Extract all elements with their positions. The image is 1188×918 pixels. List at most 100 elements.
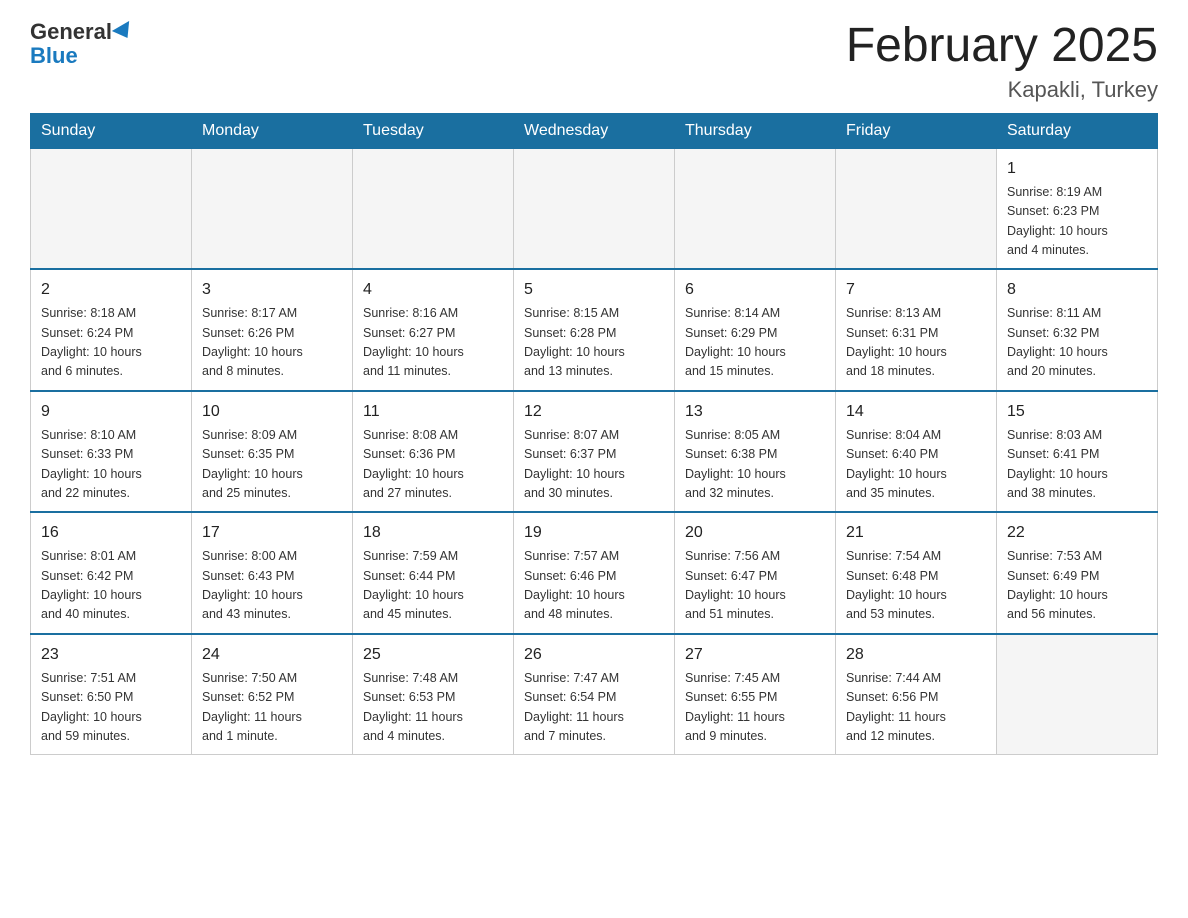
day-info: Sunrise: 8:07 AM Sunset: 6:37 PM Dayligh… (524, 426, 664, 504)
day-number: 4 (363, 278, 503, 302)
logo-arrow-icon (112, 21, 136, 43)
day-info: Sunrise: 8:00 AM Sunset: 6:43 PM Dayligh… (202, 547, 342, 625)
calendar-day-cell: 24Sunrise: 7:50 AM Sunset: 6:52 PM Dayli… (192, 634, 353, 755)
calendar-day-cell (675, 148, 836, 269)
day-number: 6 (685, 278, 825, 302)
day-info: Sunrise: 7:50 AM Sunset: 6:52 PM Dayligh… (202, 669, 342, 747)
calendar-day-cell: 27Sunrise: 7:45 AM Sunset: 6:55 PM Dayli… (675, 634, 836, 755)
day-info: Sunrise: 8:18 AM Sunset: 6:24 PM Dayligh… (41, 304, 181, 382)
day-number: 18 (363, 521, 503, 545)
calendar-week-row: 23Sunrise: 7:51 AM Sunset: 6:50 PM Dayli… (31, 634, 1158, 755)
calendar-day-cell: 11Sunrise: 8:08 AM Sunset: 6:36 PM Dayli… (353, 391, 514, 513)
day-number: 10 (202, 400, 342, 424)
day-number: 12 (524, 400, 664, 424)
logo-blue-text: Blue (30, 44, 78, 68)
calendar-day-cell: 6Sunrise: 8:14 AM Sunset: 6:29 PM Daylig… (675, 269, 836, 391)
calendar-day-cell: 3Sunrise: 8:17 AM Sunset: 6:26 PM Daylig… (192, 269, 353, 391)
day-number: 16 (41, 521, 181, 545)
day-info: Sunrise: 7:51 AM Sunset: 6:50 PM Dayligh… (41, 669, 181, 747)
calendar-week-row: 1Sunrise: 8:19 AM Sunset: 6:23 PM Daylig… (31, 148, 1158, 269)
calendar-day-cell: 8Sunrise: 8:11 AM Sunset: 6:32 PM Daylig… (997, 269, 1158, 391)
day-info: Sunrise: 8:01 AM Sunset: 6:42 PM Dayligh… (41, 547, 181, 625)
weekday-header-tuesday: Tuesday (353, 113, 514, 148)
calendar-day-cell (353, 148, 514, 269)
page-header: General Blue February 2025 Kapakli, Turk… (30, 20, 1158, 103)
calendar-day-cell: 26Sunrise: 7:47 AM Sunset: 6:54 PM Dayli… (514, 634, 675, 755)
calendar-week-row: 9Sunrise: 8:10 AM Sunset: 6:33 PM Daylig… (31, 391, 1158, 513)
weekday-header-row: SundayMondayTuesdayWednesdayThursdayFrid… (31, 113, 1158, 148)
calendar-day-cell: 23Sunrise: 7:51 AM Sunset: 6:50 PM Dayli… (31, 634, 192, 755)
day-number: 24 (202, 643, 342, 667)
day-number: 23 (41, 643, 181, 667)
day-number: 28 (846, 643, 986, 667)
day-number: 21 (846, 521, 986, 545)
calendar-day-cell: 4Sunrise: 8:16 AM Sunset: 6:27 PM Daylig… (353, 269, 514, 391)
logo: General Blue (30, 20, 134, 68)
day-number: 3 (202, 278, 342, 302)
day-number: 14 (846, 400, 986, 424)
weekday-header-monday: Monday (192, 113, 353, 148)
day-info: Sunrise: 7:59 AM Sunset: 6:44 PM Dayligh… (363, 547, 503, 625)
calendar-day-cell: 9Sunrise: 8:10 AM Sunset: 6:33 PM Daylig… (31, 391, 192, 513)
calendar-day-cell: 16Sunrise: 8:01 AM Sunset: 6:42 PM Dayli… (31, 512, 192, 634)
day-number: 8 (1007, 278, 1147, 302)
day-number: 17 (202, 521, 342, 545)
calendar-day-cell: 13Sunrise: 8:05 AM Sunset: 6:38 PM Dayli… (675, 391, 836, 513)
day-info: Sunrise: 7:56 AM Sunset: 6:47 PM Dayligh… (685, 547, 825, 625)
day-number: 2 (41, 278, 181, 302)
day-info: Sunrise: 7:44 AM Sunset: 6:56 PM Dayligh… (846, 669, 986, 747)
day-info: Sunrise: 7:57 AM Sunset: 6:46 PM Dayligh… (524, 547, 664, 625)
day-info: Sunrise: 7:53 AM Sunset: 6:49 PM Dayligh… (1007, 547, 1147, 625)
calendar-day-cell: 7Sunrise: 8:13 AM Sunset: 6:31 PM Daylig… (836, 269, 997, 391)
weekday-header-friday: Friday (836, 113, 997, 148)
calendar-day-cell: 19Sunrise: 7:57 AM Sunset: 6:46 PM Dayli… (514, 512, 675, 634)
day-info: Sunrise: 8:14 AM Sunset: 6:29 PM Dayligh… (685, 304, 825, 382)
calendar-day-cell (31, 148, 192, 269)
day-number: 20 (685, 521, 825, 545)
day-info: Sunrise: 8:05 AM Sunset: 6:38 PM Dayligh… (685, 426, 825, 504)
day-number: 9 (41, 400, 181, 424)
day-number: 7 (846, 278, 986, 302)
day-info: Sunrise: 8:04 AM Sunset: 6:40 PM Dayligh… (846, 426, 986, 504)
day-number: 26 (524, 643, 664, 667)
calendar-day-cell: 2Sunrise: 8:18 AM Sunset: 6:24 PM Daylig… (31, 269, 192, 391)
calendar-body: 1Sunrise: 8:19 AM Sunset: 6:23 PM Daylig… (31, 148, 1158, 755)
weekday-header-sunday: Sunday (31, 113, 192, 148)
day-info: Sunrise: 8:16 AM Sunset: 6:27 PM Dayligh… (363, 304, 503, 382)
calendar-day-cell: 14Sunrise: 8:04 AM Sunset: 6:40 PM Dayli… (836, 391, 997, 513)
calendar-day-cell: 17Sunrise: 8:00 AM Sunset: 6:43 PM Dayli… (192, 512, 353, 634)
day-number: 25 (363, 643, 503, 667)
calendar-week-row: 16Sunrise: 8:01 AM Sunset: 6:42 PM Dayli… (31, 512, 1158, 634)
calendar-header: SundayMondayTuesdayWednesdayThursdayFrid… (31, 113, 1158, 148)
day-number: 1 (1007, 157, 1147, 181)
month-title: February 2025 (846, 20, 1158, 73)
day-number: 15 (1007, 400, 1147, 424)
day-number: 22 (1007, 521, 1147, 545)
calendar-day-cell: 5Sunrise: 8:15 AM Sunset: 6:28 PM Daylig… (514, 269, 675, 391)
day-number: 11 (363, 400, 503, 424)
day-number: 27 (685, 643, 825, 667)
calendar-day-cell (514, 148, 675, 269)
weekday-header-wednesday: Wednesday (514, 113, 675, 148)
calendar-day-cell: 28Sunrise: 7:44 AM Sunset: 6:56 PM Dayli… (836, 634, 997, 755)
calendar-day-cell: 10Sunrise: 8:09 AM Sunset: 6:35 PM Dayli… (192, 391, 353, 513)
calendar-day-cell: 21Sunrise: 7:54 AM Sunset: 6:48 PM Dayli… (836, 512, 997, 634)
calendar-day-cell (997, 634, 1158, 755)
day-info: Sunrise: 7:54 AM Sunset: 6:48 PM Dayligh… (846, 547, 986, 625)
day-info: Sunrise: 8:08 AM Sunset: 6:36 PM Dayligh… (363, 426, 503, 504)
day-info: Sunrise: 8:10 AM Sunset: 6:33 PM Dayligh… (41, 426, 181, 504)
day-info: Sunrise: 8:11 AM Sunset: 6:32 PM Dayligh… (1007, 304, 1147, 382)
calendar-day-cell: 15Sunrise: 8:03 AM Sunset: 6:41 PM Dayli… (997, 391, 1158, 513)
day-info: Sunrise: 8:03 AM Sunset: 6:41 PM Dayligh… (1007, 426, 1147, 504)
logo-general-text: General (30, 20, 112, 44)
location-title: Kapakli, Turkey (846, 77, 1158, 103)
calendar-day-cell: 22Sunrise: 7:53 AM Sunset: 6:49 PM Dayli… (997, 512, 1158, 634)
day-number: 19 (524, 521, 664, 545)
calendar-day-cell: 18Sunrise: 7:59 AM Sunset: 6:44 PM Dayli… (353, 512, 514, 634)
calendar-table: SundayMondayTuesdayWednesdayThursdayFrid… (30, 113, 1158, 756)
title-block: February 2025 Kapakli, Turkey (846, 20, 1158, 103)
day-info: Sunrise: 8:15 AM Sunset: 6:28 PM Dayligh… (524, 304, 664, 382)
weekday-header-saturday: Saturday (997, 113, 1158, 148)
day-number: 13 (685, 400, 825, 424)
day-info: Sunrise: 7:47 AM Sunset: 6:54 PM Dayligh… (524, 669, 664, 747)
